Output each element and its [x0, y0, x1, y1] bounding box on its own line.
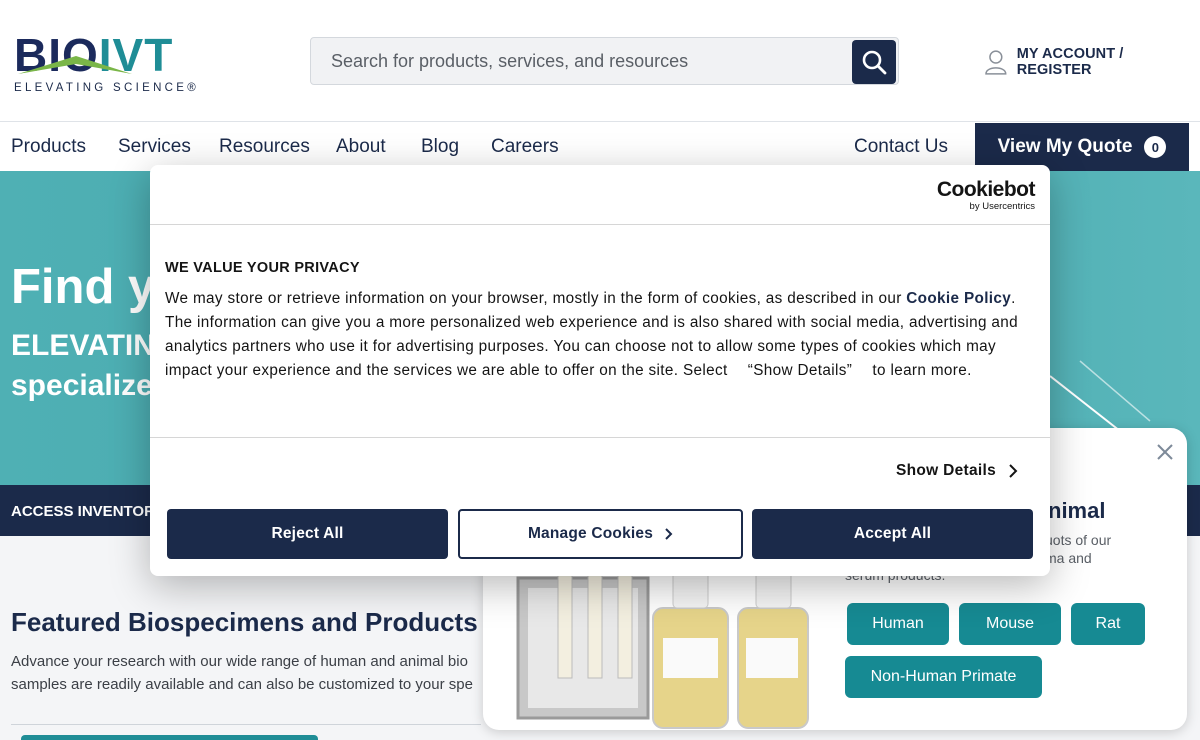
quote-label: View My Quote	[997, 136, 1133, 157]
account-label: MY ACCOUNT / REGISTER	[1016, 46, 1124, 78]
show-details-link[interactable]: Show Details	[896, 462, 1018, 480]
featured-title: Featured Biospecimens and Products	[11, 607, 478, 637]
close-icon[interactable]	[1153, 440, 1177, 464]
main-nav: Products Services Resources About Blog C…	[0, 123, 1200, 171]
nav-blog[interactable]: Blog	[421, 136, 459, 158]
chevron-right-icon	[665, 528, 673, 540]
mouse-button[interactable]: Mouse	[959, 603, 1061, 645]
search-bar	[310, 37, 899, 85]
user-icon	[985, 50, 1007, 75]
nav-contact-us[interactable]: Contact Us	[854, 136, 948, 158]
show-details-label: Show Details	[896, 462, 997, 479]
cookie-divider-top	[150, 224, 1050, 225]
reject-all-button[interactable]: Reject All	[167, 509, 448, 559]
featured-divider	[11, 724, 481, 725]
nav-resources[interactable]: Resources	[219, 136, 310, 158]
cookie-policy-link[interactable]: Cookie Policy	[906, 290, 1011, 307]
featured-description-line1: Advance your research with our wide rang…	[11, 653, 468, 670]
promo-text-line2: ma and	[1045, 550, 1092, 566]
featured-cta-button[interactable]	[21, 735, 318, 740]
cookiebot-brand-sub: by Usercentrics	[969, 201, 1035, 212]
cookie-divider-bottom	[150, 437, 1050, 438]
logo-swoosh-icon	[18, 56, 132, 74]
search-icon	[862, 50, 887, 75]
bioivt-logo[interactable]: BIOIVT ELEVATING SCIENCE®	[14, 32, 224, 96]
nav-careers[interactable]: Careers	[491, 136, 559, 158]
site-header: BIOIVT ELEVATING SCIENCE® MY ACCOUNT / R…	[0, 0, 1200, 122]
cookie-body-text: We may store or retrieve information on …	[165, 290, 1018, 379]
chevron-right-icon	[1009, 464, 1018, 478]
logo-tagline: ELEVATING SCIENCE®	[14, 82, 200, 94]
non-human-primate-button[interactable]: Non-Human Primate	[845, 656, 1042, 698]
search-input[interactable]	[311, 38, 851, 84]
quote-count-badge: 0	[1144, 136, 1167, 158]
manage-cookies-label: Manage Cookies	[527, 525, 654, 542]
sample-bottles-image	[516, 568, 809, 729]
cookiebot-logo: Cookiebot by Usercentrics	[936, 178, 1036, 213]
featured-description-line2: samples are readily available and can al…	[11, 676, 473, 693]
access-inventory-label: ACCESS INVENTOR	[11, 503, 155, 520]
search-button[interactable]	[852, 40, 896, 84]
hero-subtitle-line1: ELEVATIN	[11, 329, 155, 362]
promo-text-line1: uots of our	[1045, 532, 1112, 548]
cookie-heading: WE VALUE YOUR PRIVACY	[165, 260, 360, 276]
nav-services[interactable]: Services	[118, 136, 191, 158]
account-register-link[interactable]: MY ACCOUNT / REGISTER	[985, 46, 1200, 78]
view-my-quote-button[interactable]: View My Quote 0	[975, 123, 1189, 171]
rat-button[interactable]: Rat	[1071, 603, 1145, 645]
human-button[interactable]: Human	[847, 603, 949, 645]
promo-title: nimal	[1048, 498, 1106, 523]
manage-cookies-button[interactable]: Manage Cookies	[458, 509, 743, 559]
hero-subtitle-line2: specialized	[11, 369, 172, 402]
nav-about[interactable]: About	[336, 136, 386, 158]
cookie-consent-dialog: Cookiebot by Usercentrics WE VALUE YOUR …	[150, 165, 1050, 576]
accept-all-button[interactable]: Accept All	[752, 509, 1033, 559]
nav-products[interactable]: Products	[11, 136, 86, 158]
cookiebot-brand: Cookiebot	[936, 178, 1036, 201]
